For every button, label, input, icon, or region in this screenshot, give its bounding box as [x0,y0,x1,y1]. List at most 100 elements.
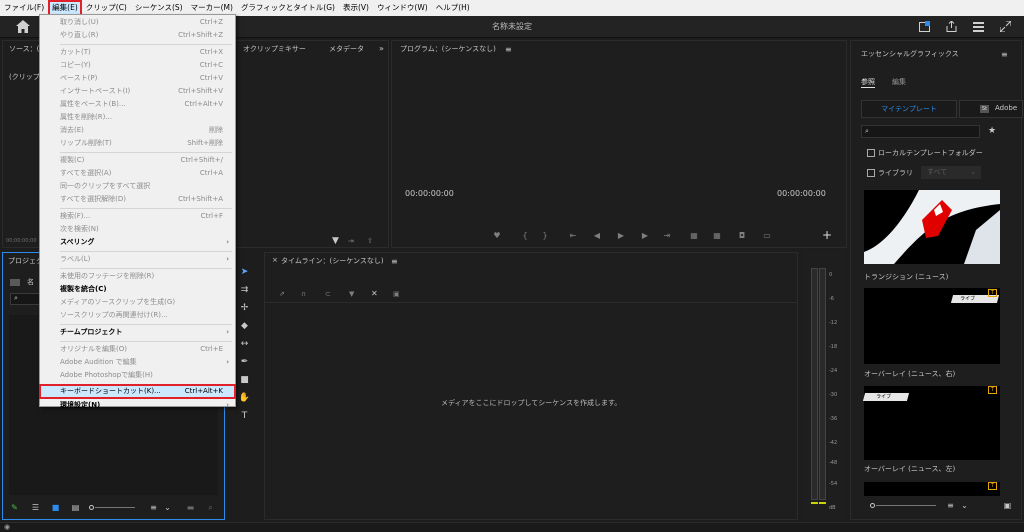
checkbox-library[interactable] [867,169,875,177]
menu-item-relink-source-clips[interactable]: ソースクリップの再関連付け(R)... [40,309,235,322]
sort-dropdown-icon[interactable]: ⌄ [163,504,172,512]
eg-search-input[interactable]: ⌕ [861,125,980,138]
menu-item-edit-in-audition[interactable]: Adobe Audition で編集 › [40,356,235,369]
menu-item-paste-attributes[interactable]: 属性をペースト(B)... Ctrl+Alt+V [40,98,235,111]
menu-item-label[interactable]: ラベル(L) › [40,253,235,266]
menu-item-consolidate-duplicates[interactable]: 複製を統合(C) [40,283,235,296]
template-thumb-next[interactable] [864,482,1000,496]
menu-item-generate-source-clips[interactable]: メディアのソースクリップを生成(G) [40,296,235,309]
eg-sort-icon[interactable]: ≡ [946,502,955,510]
timeline-title[interactable]: タイムライン：(シーケンスなし) [281,253,797,269]
menu-item-paste-insert[interactable]: インサートペースト(I) Ctrl+Shift+V [40,85,235,98]
menu-item-edit-original[interactable]: オリジナルを編集(O) Ctrl+E [40,343,235,356]
play-icon[interactable]: ▶ [616,231,626,241]
menu-item-find-next[interactable]: 次を検索(N) [40,223,235,236]
share-icon[interactable] [946,21,957,32]
menu-item-select-all[interactable]: すべてを選択(A) Ctrl+A [40,167,235,180]
export-frame-icon[interactable]: ⇧ [367,237,373,245]
menu-item-redo[interactable]: やり直し(R) Ctrl+Shift+Z [40,29,235,42]
menu-view[interactable]: 表示(V) [339,0,373,16]
list-view-icon[interactable]: ☰ [31,504,40,512]
menu-item-cut[interactable]: カット(T) Ctrl+X [40,46,235,59]
insert-icon[interactable]: ⇥ [348,237,354,245]
button-editor-icon[interactable]: + [822,228,832,242]
workspaces-icon[interactable] [973,21,984,32]
camera-icon[interactable]: ◘ [737,231,747,241]
eg-menu-icon[interactable]: ≡ [1001,50,1008,59]
razor-tool-icon[interactable]: ◆ [238,320,251,333]
star-icon[interactable]: ★ [988,126,996,136]
menu-item-clear[interactable]: 消去(E) 削除 [40,124,235,137]
zoom-slider[interactable] [89,505,135,511]
timeline-menu-icon[interactable]: ≡ [391,257,398,266]
panel-overflow-icon[interactable]: » [379,44,384,53]
fullscreen-icon[interactable] [1000,21,1011,32]
type-tool-icon[interactable]: T [238,410,251,423]
snap-icon[interactable]: ∩ [301,290,306,298]
eg-zoom-slider[interactable] [870,503,936,509]
rectangle-tool-icon[interactable]: ■ [238,374,251,387]
my-templates-button[interactable]: マイテンプレート [861,100,957,118]
checkbox-local[interactable] [867,149,875,157]
menu-item-edit-in-photoshop[interactable]: Adobe Photoshopで編集(H) [40,369,235,382]
slip-tool-icon[interactable]: ↔ [238,338,251,351]
menu-item-paste[interactable]: ペースト(P) Ctrl+V [40,72,235,85]
extract-icon[interactable]: ▦ [712,231,722,241]
quick-export-icon[interactable] [919,21,930,32]
new-bin-icon[interactable]: ▬ [186,504,195,512]
menu-item-team-projects[interactable]: チームプロジェクト › [40,326,235,339]
add-marker-icon[interactable]: ▼ [349,290,354,298]
close-icon[interactable]: × [272,256,278,264]
tab-edit[interactable]: 編集 [892,77,906,87]
template-thumb-transition[interactable] [864,190,1000,264]
nest-icon[interactable]: ⇗ [279,290,285,298]
menu-item-find[interactable]: 検索(F)... Ctrl+F [40,210,235,223]
eg-sort-dropdown-icon[interactable]: ⌄ [960,502,969,510]
linked-selection-icon[interactable]: ⊂ [325,290,331,298]
go-to-out-icon[interactable]: ⇥ [662,231,672,241]
pen-tool-icon[interactable]: ✒ [238,356,251,369]
menu-item-deselect-all[interactable]: すべてを選択解除(D) Ctrl+Shift+A [40,193,235,206]
menu-item-undo[interactable]: 取り消し(U) Ctrl+Z [40,16,235,29]
pencil-icon[interactable]: ✎ [10,504,19,512]
menu-item-duplicate[interactable]: 複製(C) Ctrl+Shift+/ [40,154,235,167]
menu-item-copy[interactable]: コピー(Y) Ctrl+C [40,59,235,72]
menu-item-remove-unused[interactable]: 未使用のフッテージを削除(R) [40,270,235,283]
track-select-tool-icon[interactable]: ⇉ [238,284,251,297]
menu-item-spelling[interactable]: スペリング › [40,236,235,249]
find-icon[interactable]: ⌕ [206,504,215,512]
wrench-icon[interactable]: ✕ [371,289,378,298]
menu-item-select-all-matching[interactable]: 同一のクリップをすべて選択 [40,180,235,193]
program-menu-icon[interactable]: ≡ [505,45,512,54]
icon-view-icon[interactable]: ■ [51,504,60,512]
step-back-icon[interactable]: ◀ [592,231,602,241]
mark-out-icon[interactable]: } [540,231,550,241]
go-to-in-icon[interactable]: ⇤ [568,231,578,241]
hand-tool-icon[interactable]: ✋ [238,392,251,405]
library-select[interactable]: すべて ⌄ [921,166,981,179]
menu-item-remove-attributes[interactable]: 属性を削除(R)... [40,111,235,124]
tab-browse[interactable]: 参照 [861,77,875,88]
freeform-view-icon[interactable]: ▤ [71,504,80,512]
menu-graphics[interactable]: グラフィックとタイトル(G) [237,0,339,16]
step-forward-icon[interactable]: ▶ [640,231,650,241]
marker-icon[interactable]: ♥ [492,231,502,241]
adobe-stock-button[interactable]: St Adobe [959,100,1023,118]
mark-in-icon[interactable]: { [520,231,530,241]
captions-icon[interactable]: ▣ [393,290,400,298]
template-thumb-overlay-left[interactable]: ライブ [862,386,1000,460]
eg-new-layer-icon[interactable]: ▣ [1003,502,1012,510]
program-title[interactable]: プログラム：(シーケンスなし) [392,41,846,57]
menu-item-ripple-delete[interactable]: リップル削除(T) Shift+削除 [40,137,235,150]
sort-icon[interactable]: ≡ [149,504,158,512]
lift-icon[interactable]: ▦ [689,231,699,241]
program-timecode-left[interactable]: 00:00:00:00 [405,189,454,198]
menu-help[interactable]: ヘルプ(H) [432,0,474,16]
selection-tool-icon[interactable]: ➤ [238,266,251,279]
eg-title[interactable]: エッセンシャルグラフィックス [851,46,1021,62]
filter-icon[interactable]: ▼ [332,236,339,246]
ripple-edit-tool-icon[interactable]: ✢ [238,302,251,315]
comparison-view-icon[interactable]: ▭ [762,231,772,241]
template-thumb-overlay-right[interactable]: ライブ [864,288,1000,364]
menu-window[interactable]: ウィンドウ(W) [373,0,432,16]
